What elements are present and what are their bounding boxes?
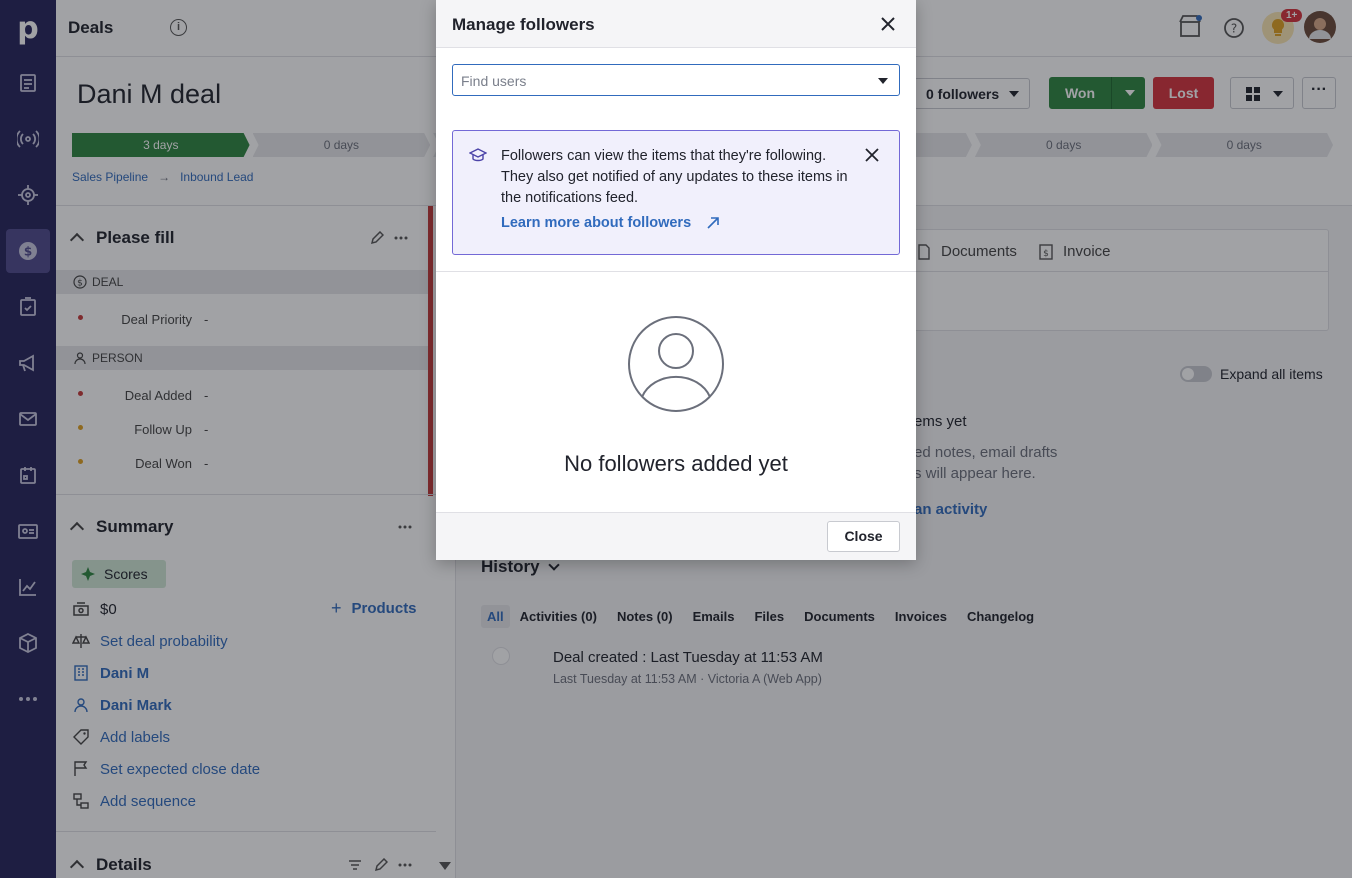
find-users-placeholder: Find users bbox=[461, 73, 527, 89]
chevron-down-icon[interactable] bbox=[878, 78, 888, 84]
modal-title: Manage followers bbox=[452, 15, 595, 34]
graduation-cap-icon bbox=[469, 148, 487, 162]
followers-info-box: Followers can view the items that they'r… bbox=[452, 130, 900, 255]
modal-divider bbox=[436, 271, 916, 272]
learn-more-label: Learn more about followers bbox=[501, 215, 692, 231]
modal-footer: Close bbox=[436, 512, 916, 560]
learn-more-link[interactable]: Learn more about followers bbox=[501, 215, 720, 231]
close-button[interactable]: Close bbox=[827, 521, 900, 552]
dismiss-info-icon[interactable] bbox=[865, 148, 879, 162]
external-link-icon bbox=[707, 217, 719, 229]
find-users-select[interactable]: Find users bbox=[452, 64, 900, 96]
modal-header: Manage followers bbox=[436, 0, 916, 48]
manage-followers-modal: Manage followers Find users Followers ca… bbox=[436, 0, 916, 560]
empty-user-avatar-icon bbox=[628, 316, 724, 412]
close-icon[interactable] bbox=[880, 16, 896, 32]
no-followers-text: No followers added yet bbox=[564, 451, 788, 476]
followers-info-text: Followers can view the items that they'r… bbox=[501, 148, 848, 206]
